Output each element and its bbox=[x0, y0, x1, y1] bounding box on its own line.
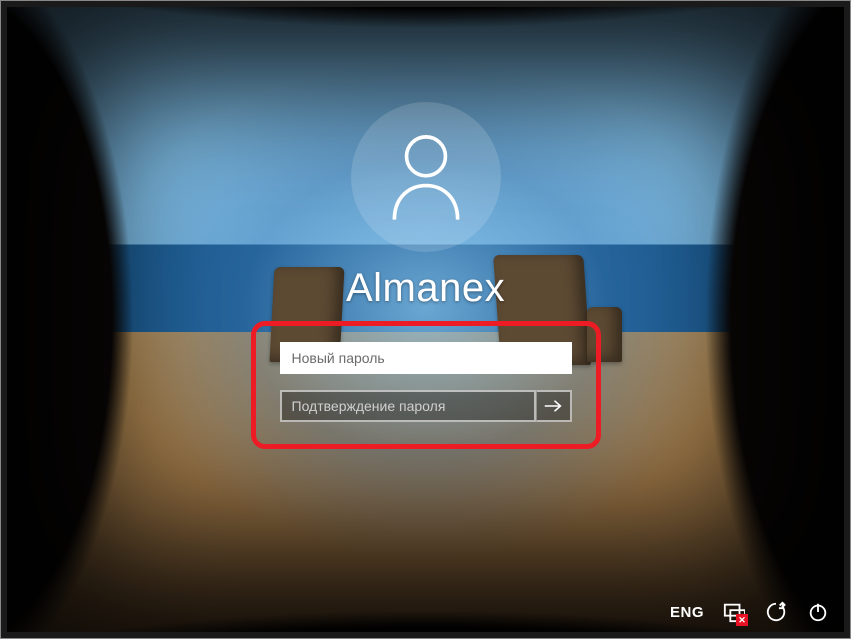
network-error-badge: ✕ bbox=[736, 614, 748, 626]
network-button[interactable]: ✕ bbox=[722, 600, 746, 624]
new-password-row bbox=[280, 342, 572, 374]
system-tray: ENG ✕ bbox=[670, 600, 830, 624]
power-icon bbox=[807, 601, 829, 623]
avatar bbox=[351, 102, 501, 252]
username-label: Almanex bbox=[346, 266, 505, 311]
language-indicator[interactable]: ENG bbox=[670, 604, 704, 621]
submit-button[interactable] bbox=[536, 390, 571, 422]
lock-screen: Almanex ENG ✕ bbox=[7, 7, 844, 632]
confirm-password-row bbox=[280, 390, 572, 422]
ease-of-access-icon bbox=[765, 601, 787, 623]
password-form-highlight bbox=[251, 321, 601, 449]
new-password-input[interactable] bbox=[280, 342, 572, 374]
user-icon bbox=[387, 132, 465, 222]
login-panel: Almanex bbox=[7, 102, 844, 449]
ease-of-access-button[interactable] bbox=[764, 600, 788, 624]
arrow-right-icon bbox=[544, 399, 562, 413]
confirm-password-input[interactable] bbox=[280, 390, 537, 422]
power-button[interactable] bbox=[806, 600, 830, 624]
